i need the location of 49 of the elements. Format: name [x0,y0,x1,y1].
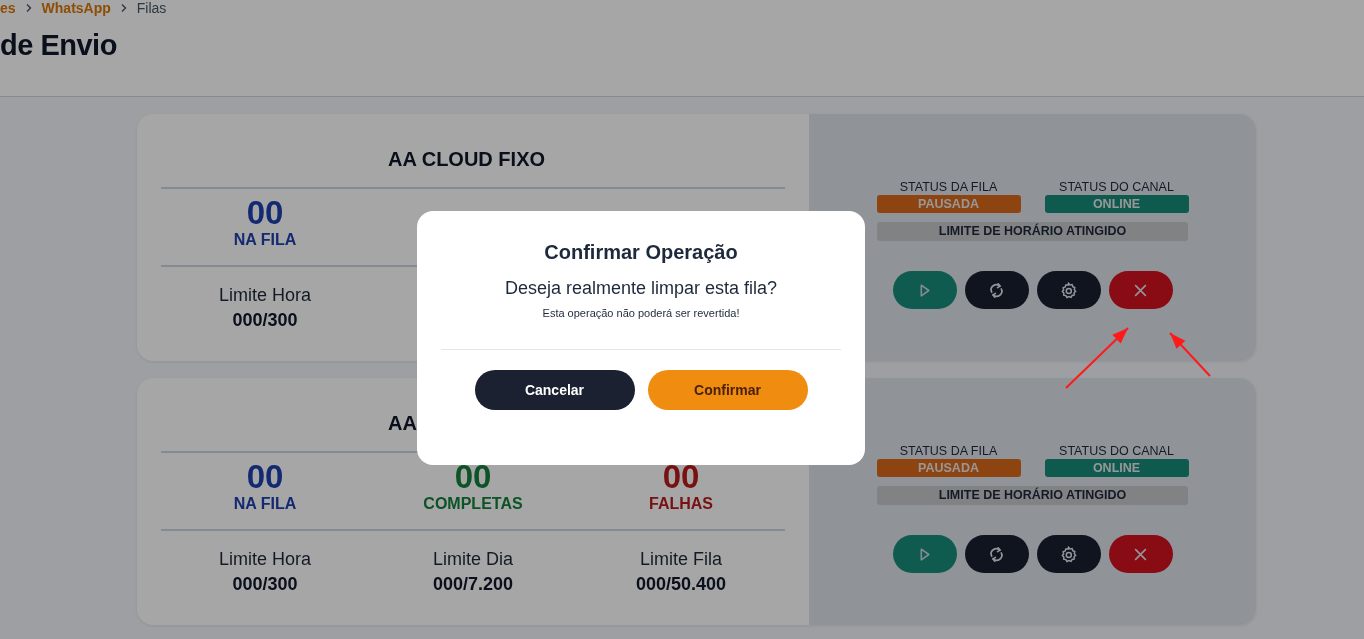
stat-label: COMPLETAS [423,495,523,513]
stat-value: 00 [246,195,284,231]
stat-label: NA FILA [233,495,297,513]
status-badge: PAUSADA [876,459,1021,477]
status-label: STATUS DA FILA [899,180,998,194]
limit-label: Limite Fila [640,549,722,570]
stat-value: 00 [662,459,700,495]
limit-label: Limite Hora [219,549,311,570]
annotation-arrow [1169,332,1211,377]
status-label: STATUS DA FILA [899,444,998,458]
dialog-note: Esta operação não poderá ser revertida! [542,307,740,319]
status-label: STATUS DO CANAL [1059,180,1174,194]
play-button[interactable] [892,535,957,573]
stat-value: 00 [454,459,492,495]
confirm-button[interactable]: Confirmar [647,370,808,410]
queue-title: AA CLOUD FIXO [388,148,547,172]
stat-value: 00 [246,459,284,495]
status-badge: ONLINE [1044,459,1189,477]
limit-value: 000/50.400 [635,574,727,595]
settings-button[interactable] [1036,535,1101,573]
settings-icon [1060,281,1077,299]
status-badge: PAUSADA [876,195,1021,213]
limit-value: 000/300 [232,310,298,331]
annotation-arrow [1065,327,1129,389]
settings-button[interactable] [1036,271,1101,309]
sync-button[interactable] [964,271,1029,309]
status-label: STATUS DO CANAL [1059,444,1174,458]
limit-label: Limite Hora [219,285,311,306]
limit-label: Limite Dia [433,549,513,570]
breadcrumb-current: Filas [136,0,167,16]
clear-button[interactable] [1108,271,1173,309]
clear-button[interactable] [1108,535,1173,573]
limit-notice: LIMITE DE HORÁRIO ATINGIDO [877,222,1188,241]
sync-button[interactable] [964,535,1029,573]
page-title: de Envio [0,29,118,62]
queue-title: AA [388,412,418,436]
status-badge: ONLINE [1044,195,1189,213]
settings-icon [1060,545,1077,563]
limit-value: 000/7.200 [432,574,514,595]
dialog-title: Confirmar Operação [544,241,738,264]
stat-label: FALHAS [649,495,713,513]
cancel-button[interactable]: Cancelar [474,370,635,410]
sync-icon [988,281,1005,299]
play-button[interactable] [892,271,957,309]
stat-label: NA FILA [233,231,297,249]
dialog-question: Deseja realmente limpar esta fila? [504,278,778,299]
limit-value: 000/300 [232,574,298,595]
limit-notice: LIMITE DE HORÁRIO ATINGIDO [877,486,1188,505]
sync-icon [988,545,1005,563]
